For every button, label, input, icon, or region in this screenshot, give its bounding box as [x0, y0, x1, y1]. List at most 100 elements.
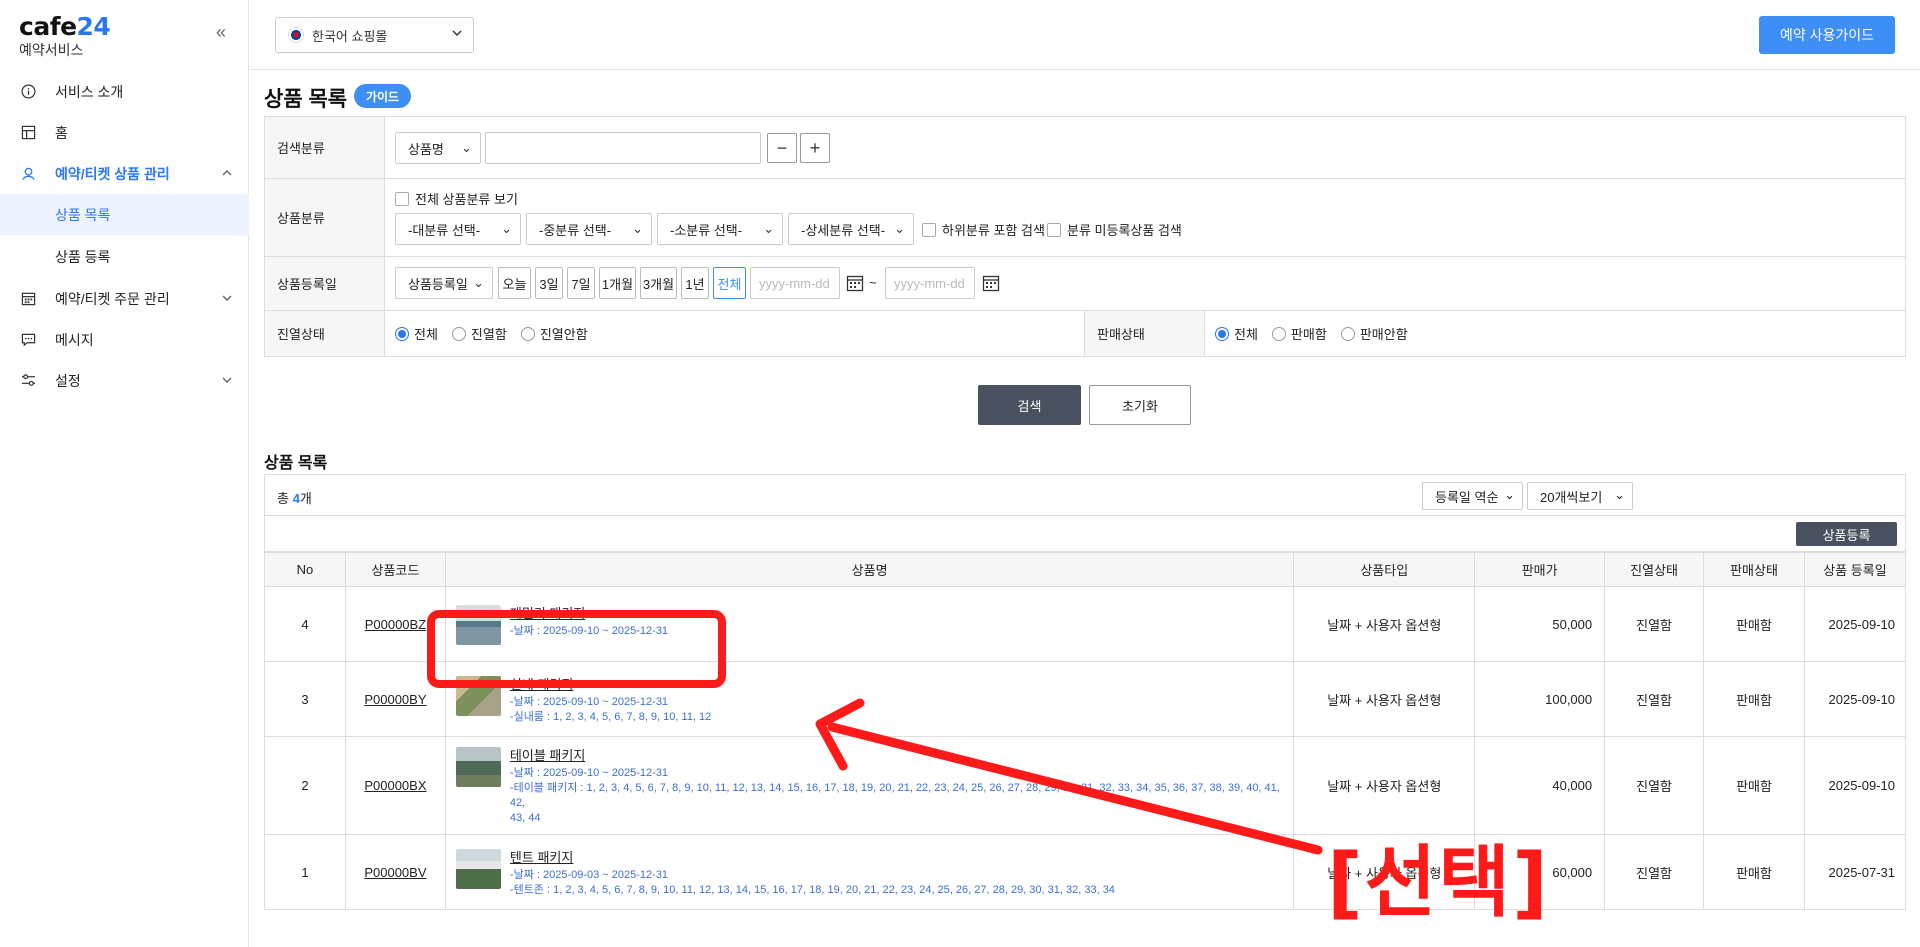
remove-search-row-button[interactable]: −	[767, 133, 797, 163]
period-1month-button[interactable]: 1개월	[599, 267, 636, 299]
sort-order-select[interactable]: 등록일 역순 ⌄	[1422, 482, 1523, 510]
product-thumbnail[interactable]	[455, 747, 501, 787]
column-header: 상품명	[444, 552, 1295, 587]
product-register-button[interactable]: 상품등록	[1796, 522, 1897, 546]
all-category-checkbox[interactable]: 전체 상품분류 보기	[395, 189, 518, 208]
checkbox-label: 하위분류 포함 검색	[942, 223, 1045, 238]
product-code-link[interactable]: P00000BZ	[344, 586, 446, 662]
checkbox[interactable]	[922, 222, 936, 237]
chevron-down-icon: ⌄	[473, 275, 484, 290]
search-button[interactable]: 검색	[978, 385, 1081, 425]
select-label: -상세분류 선택-	[801, 222, 886, 238]
period-7days-button[interactable]: 7일	[567, 267, 595, 299]
checkbox-label: 전체 상품분류 보기	[415, 192, 518, 207]
radio[interactable]	[1271, 326, 1286, 341]
guide-badge-button[interactable]: 가이드	[354, 84, 411, 108]
product-name-link[interactable]: 실내 패키지	[510, 674, 711, 693]
category-mid-select[interactable]: -중분류 선택- ⌄	[526, 213, 652, 245]
category-detail-select[interactable]: -상세분류 선택- ⌄	[788, 213, 914, 245]
sale-on-radio[interactable]: 판매함	[1271, 324, 1327, 343]
category-large-select[interactable]: -대분류 선택- ⌄	[395, 213, 521, 245]
search-type-select[interactable]: 상품명 ⌄	[395, 132, 481, 164]
chevron-down-icon: ⌄	[461, 140, 472, 155]
add-search-row-button[interactable]: +	[800, 133, 830, 163]
location-icon	[20, 166, 36, 182]
period-1year-button[interactable]: 1년	[681, 267, 709, 299]
chevron-down-icon: ⌄	[501, 221, 512, 236]
message-icon	[20, 332, 36, 348]
sidebar-subitem-product-register[interactable]: 상품 등록	[0, 236, 249, 278]
chevron-up-icon	[221, 166, 233, 182]
page-size-select[interactable]: 20개씩보기 ⌄	[1527, 482, 1633, 510]
sidebar-item-label: 예약/티켓 상품 관리	[55, 165, 170, 182]
sidebar-item-message[interactable]: 메시지	[0, 319, 249, 360]
korea-flag-icon	[288, 27, 304, 43]
reservation-guide-button[interactable]: 예약 사용가이드	[1759, 16, 1895, 54]
calendar-icon[interactable]	[981, 273, 1001, 293]
include-subcategory-checkbox[interactable]: 하위분류 포함 검색	[922, 220, 1045, 239]
product-code-link[interactable]: P00000BY	[344, 661, 446, 737]
category-small-select[interactable]: -소분류 선택- ⌄	[657, 213, 783, 245]
sidebar-subitem-product-list[interactable]: 상품 목록	[0, 194, 249, 236]
start-date-input[interactable]: yyyy-mm-dd	[750, 267, 840, 299]
radio[interactable]	[1215, 326, 1229, 341]
mall-language-select[interactable]: 한국어 쇼핑몰	[275, 17, 474, 53]
product-name-link[interactable]: 패밀리 패키지	[510, 603, 668, 622]
product-thumbnail[interactable]	[455, 675, 501, 716]
radio[interactable]	[451, 326, 466, 341]
product-table: No 상품코드 상품명 상품타입 판매가 진열상태 판매상태 상품 등록일 4 …	[264, 552, 1907, 910]
unregistered-category-checkbox[interactable]: 분류 미등록상품 검색	[1047, 220, 1182, 239]
table-row: 3 P00000BY 실내 패키지 -날짜 : 2025-09-10 ~ 202…	[264, 661, 1907, 737]
select-label: -소분류 선택-	[670, 222, 743, 238]
sidebar-item-settings[interactable]: 설정	[0, 360, 249, 401]
display-status: 진열함	[1604, 736, 1705, 835]
product-name-cell: 테이블 패키지 -날짜 : 2025-09-10 ~ 2025-12-31 -테…	[444, 736, 1295, 835]
period-today-button[interactable]: 오늘	[498, 267, 531, 299]
list-toolbar: 총 4개 등록일 역순 ⌄ 20개씩보기 ⌄	[264, 474, 1906, 516]
product-name-cell: 텐트 패키지 -날짜 : 2025-09-03 ~ 2025-12-31 -텐트…	[444, 834, 1295, 910]
logo[interactable]: cafe24	[19, 12, 111, 41]
radio[interactable]	[395, 326, 409, 341]
list-section-title: 상품 목록	[264, 455, 328, 472]
product-name-link[interactable]: 텐트 패키지	[510, 847, 1115, 866]
date-type-select[interactable]: 상품등록일 ⌄	[395, 267, 493, 299]
product-date-range: -날짜 : 2025-09-03 ~ 2025-12-31	[509, 868, 669, 881]
sidebar-item-home[interactable]: 홈	[0, 112, 249, 153]
product-name-cell: 패밀리 패키지 -날짜 : 2025-09-10 ~ 2025-12-31	[444, 586, 1295, 662]
search-keyword-input[interactable]	[485, 132, 761, 164]
sale-status: 판매함	[1703, 736, 1805, 835]
calendar-icon[interactable]	[845, 273, 865, 293]
radio-label: 판매함	[1290, 327, 1327, 342]
checkbox[interactable]	[1047, 222, 1061, 237]
checkbox[interactable]	[395, 191, 409, 206]
sidebar-item-order-management[interactable]: 예약/티켓 주문 관리	[0, 278, 249, 319]
radio[interactable]	[1340, 326, 1355, 341]
product-code-link[interactable]: P00000BV	[344, 834, 446, 910]
end-date-input[interactable]: yyyy-mm-dd	[885, 267, 975, 299]
select-label: -중분류 선택-	[539, 222, 612, 238]
sale-off-radio[interactable]: 판매안함	[1340, 324, 1408, 343]
period-3months-button[interactable]: 3개월	[640, 267, 677, 299]
register-date: 2025-09-10	[1803, 586, 1907, 662]
radio[interactable]	[520, 326, 535, 341]
display-off-radio[interactable]: 진열안함	[520, 324, 588, 343]
product-thumbnail[interactable]	[455, 848, 501, 889]
period-3days-button[interactable]: 3일	[535, 267, 563, 299]
display-on-radio[interactable]: 진열함	[451, 324, 507, 343]
select-label: 상품등록일	[408, 276, 468, 292]
period-all-button[interactable]: 전체	[713, 267, 746, 299]
logo-subtitle: 예약서비스	[19, 42, 84, 58]
product-name-link[interactable]: 테이블 패키지	[510, 745, 1283, 764]
sidebar-item-service-intro[interactable]: 서비스 소개	[0, 71, 249, 112]
product-type: 날짜 + 사용자 옵션형	[1293, 736, 1476, 835]
product-date-range: -날짜 : 2025-09-10 ~ 2025-12-31	[509, 695, 669, 708]
product-code-link[interactable]: P00000BX	[344, 736, 446, 835]
sale-status: 판매함	[1703, 834, 1805, 910]
sidebar-item-product-management[interactable]: 예약/티켓 상품 관리	[0, 153, 249, 194]
sale-all-radio[interactable]: 전체	[1215, 324, 1258, 343]
display-all-radio[interactable]: 전체	[395, 324, 438, 343]
reset-button[interactable]: 초기화	[1089, 385, 1191, 425]
product-price: 60,000	[1474, 834, 1606, 910]
collapse-sidebar-icon[interactable]: «	[216, 22, 226, 43]
product-thumbnail[interactable]	[455, 605, 501, 645]
